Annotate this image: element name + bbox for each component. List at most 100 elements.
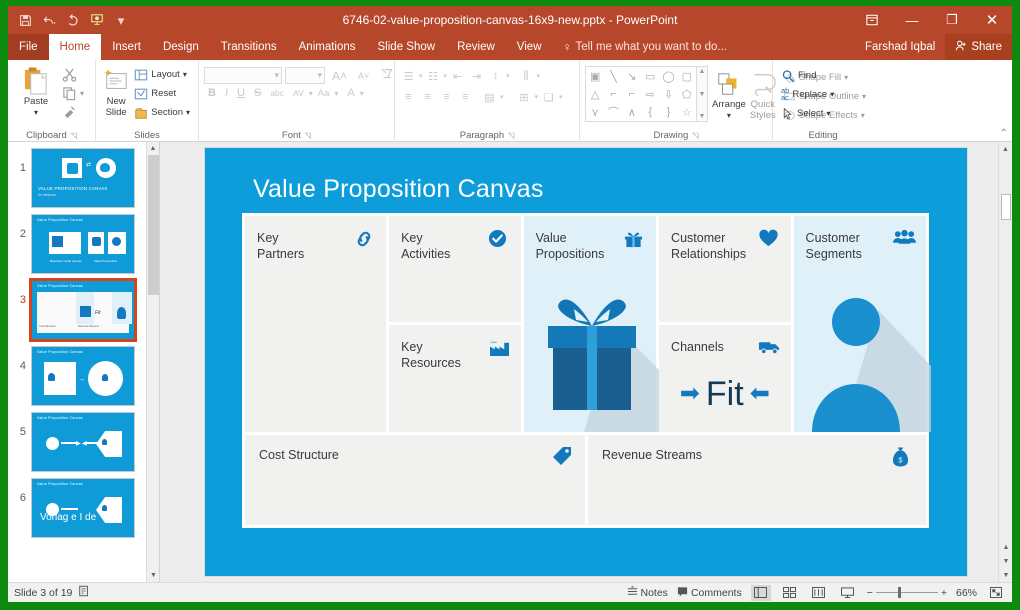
view-reading-button[interactable] (809, 585, 829, 601)
slide-stage-scrollbar[interactable]: ▲ ▲ ▼ ▼ (998, 142, 1012, 582)
align-text-icon[interactable]: ⊞ (516, 89, 533, 105)
font-color-button[interactable]: A (339, 87, 358, 99)
shapes-gallery-scrollbar[interactable]: ▲ ▼ ▼ (697, 66, 708, 122)
account-name[interactable]: Farshad Iqbal (855, 41, 945, 53)
font-name-input[interactable]: ▾ (204, 67, 282, 84)
start-presentation-icon[interactable] (86, 9, 108, 31)
down-arrow-shape-icon[interactable]: ⇩ (664, 88, 673, 101)
rounded-rect-shape-icon[interactable]: ▢ (682, 70, 692, 83)
accessibility-icon[interactable] (78, 585, 90, 600)
scroll-up-icon[interactable]: ▲ (147, 142, 159, 155)
view-slide-show-button[interactable] (838, 585, 858, 601)
decrease-font-size-icon[interactable]: A˅ (354, 71, 373, 81)
replace-button[interactable]: abac Replace ▾ (778, 85, 837, 104)
zoom-in-icon[interactable]: + (941, 587, 947, 599)
tab-view[interactable]: View (506, 34, 553, 60)
chevron-down-icon[interactable]: ▾ (334, 89, 338, 98)
reset-button[interactable]: Reset (131, 84, 193, 103)
thumbnail-item-1[interactable]: 1 ⇄ VALUE PROPOSITION CANVAS for venture… (8, 142, 159, 208)
cut-button[interactable] (59, 65, 87, 84)
scrollbar-thumb[interactable] (148, 155, 159, 295)
align-center-icon[interactable]: ≡ (419, 89, 436, 105)
numbering-icon[interactable]: ☷ (425, 68, 442, 84)
scroll-up-icon[interactable]: ▲ (999, 142, 1012, 156)
block-customer-segments[interactable]: Customer Segments (794, 216, 926, 432)
chevron-down-icon[interactable]: ▾ (80, 89, 84, 98)
undo-icon[interactable] (38, 9, 60, 31)
underline-button[interactable]: U (233, 87, 249, 99)
zoom-slider[interactable]: − + (867, 587, 947, 599)
shapes-gallery[interactable]: ▣ ╲ ↘ ▭ ◯ ▢ △ ⌐ ⌐ ⇨ ⇩ ⬠ ⋎ ⌒ ∧ (585, 66, 697, 122)
scrollbar-thumb[interactable] (1001, 194, 1011, 220)
comments-button[interactable]: Comments (677, 586, 742, 600)
freeform-shape-icon[interactable]: ⋎ (591, 106, 599, 119)
gallery-more-icon[interactable]: ▼ (699, 113, 706, 120)
pentagon-shape-icon[interactable]: ⬠ (682, 88, 692, 101)
slide-thumbnail-panel[interactable]: 1 ⇄ VALUE PROPOSITION CANVAS for venture… (8, 142, 160, 582)
view-normal-button[interactable] (751, 585, 771, 601)
scrollbar-bottom-controls[interactable]: ▲ ▼ ▼ (999, 540, 1012, 582)
minimize-icon[interactable]: — (892, 6, 932, 34)
tab-home[interactable]: Home (49, 34, 102, 60)
tab-slide-show[interactable]: Slide Show (367, 34, 447, 60)
left-brace-shape-icon[interactable]: { (648, 106, 652, 118)
current-slide[interactable]: Value Proposition Canvas Key Partners (205, 148, 967, 576)
thumbnail-item-5[interactable]: 5 Value Proposition Canvas ▶ ◀ (8, 406, 159, 472)
zoom-track[interactable] (876, 592, 938, 593)
line-spacing-icon[interactable]: ↕ (487, 68, 504, 84)
columns-icon[interactable]: ▤ (481, 89, 498, 105)
scroll-up-icon[interactable]: ▲ (699, 68, 706, 75)
scroll-down-icon[interactable]: ▼ (699, 91, 706, 98)
font-size-input[interactable]: ▾ (285, 67, 325, 84)
text-direction-icon[interactable]: ⫼ (518, 68, 535, 84)
fit-to-window-icon[interactable] (986, 585, 1006, 601)
restore-icon[interactable]: ❐ (932, 6, 972, 34)
customize-qat-icon[interactable]: ▾ (110, 9, 132, 31)
thumbnail-image[interactable]: Value Proposition Canvas Business model … (31, 214, 135, 274)
clipboard-dialog-launcher-icon[interactable]: ◹ (71, 131, 77, 140)
layout-button[interactable]: Layout ▾ (131, 65, 193, 84)
find-button[interactable]: Find (778, 66, 837, 85)
thumbnail-item-3[interactable]: 3 Value Proposition Canvas Fit Cost Stru… (8, 274, 159, 340)
save-icon[interactable] (14, 9, 36, 31)
view-slide-sorter-button[interactable] (780, 585, 800, 601)
chevron-down-icon[interactable]: ▾ (360, 89, 364, 98)
triangle-shape-icon[interactable]: △ (591, 88, 599, 101)
chevron-down-icon[interactable]: ▾ (34, 108, 38, 117)
font-dialog-launcher-icon[interactable]: ◹ (305, 131, 311, 140)
align-right-icon[interactable]: ≡ (438, 89, 455, 105)
increase-font-size-icon[interactable]: A˄ (328, 69, 351, 83)
slide-panel-scrollbar[interactable]: ▲ ▼ (146, 142, 159, 582)
tab-animations[interactable]: Animations (288, 34, 367, 60)
decrease-indent-icon[interactable]: ⇤ (449, 68, 466, 84)
zoom-level[interactable]: 66% (956, 587, 977, 599)
scroll-down-icon[interactable]: ▼ (147, 569, 160, 582)
convert-smartart-icon[interactable]: ❏ (540, 89, 557, 105)
collapse-ribbon-icon[interactable]: ⌃ (1000, 128, 1008, 139)
thumbnail-item-6[interactable]: 6 Value Proposition Canvas Vorlag e I de (8, 472, 159, 538)
block-key-activities[interactable]: Key Activities (389, 216, 521, 322)
oval-shape-icon[interactable]: ◯ (662, 70, 674, 83)
tab-review[interactable]: Review (446, 34, 506, 60)
thumbnail-image[interactable]: Value Proposition Canvas ▶ ◀ (31, 412, 135, 472)
previous-slide-icon[interactable]: ▲ (999, 540, 1012, 554)
format-painter-button[interactable] (59, 103, 87, 122)
curve-shape-icon[interactable]: ⌒ (608, 104, 619, 120)
bent-shape-icon[interactable]: ⌐ (629, 88, 635, 100)
thumbnail-image[interactable]: Value Proposition Canvas Vorlag e I de (31, 478, 135, 538)
select-button[interactable]: Select ▾ (778, 104, 837, 123)
thumbnail-item-4[interactable]: 4 Value Proposition Canvas → (8, 340, 159, 406)
thumbnail-item-2[interactable]: 2 Value Proposition Canvas Business mode… (8, 208, 159, 274)
tab-file[interactable]: File (8, 34, 49, 60)
bullets-icon[interactable]: ☰ (400, 68, 417, 84)
thumbnail-image[interactable]: Value Proposition Canvas → (31, 346, 135, 406)
zoom-handle[interactable] (898, 587, 901, 598)
block-revenue-streams[interactable]: Revenue Streams $ (588, 435, 926, 525)
thumbnail-image-selected[interactable]: Value Proposition Canvas Fit Cost Struct… (31, 280, 135, 340)
block-value-propositions[interactable]: Value Propositions (524, 216, 656, 432)
block-cost-structure[interactable]: Cost Structure (245, 435, 585, 525)
character-spacing-button[interactable]: AV (289, 88, 308, 98)
quick-styles-button[interactable]: Quick Styles (750, 66, 776, 122)
redo-icon[interactable] (62, 9, 84, 31)
zoom-out-icon[interactable]: − (867, 587, 873, 599)
